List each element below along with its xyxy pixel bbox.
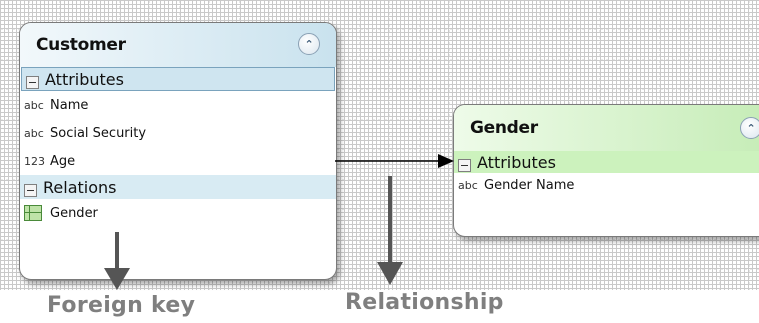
gender-entity[interactable]: Gender ⌃ Attributes abc Gender Name [453, 104, 759, 237]
minus-box-icon[interactable] [458, 158, 471, 172]
attribute-name: Age [50, 153, 76, 169]
list-item[interactable]: abc Social Security [20, 119, 336, 147]
customer-entity-header[interactable]: Customer ⌃ [20, 23, 336, 67]
type-tag: abc [458, 178, 478, 192]
customer-relations-section[interactable]: Relations [20, 175, 336, 199]
list-item[interactable]: 123 Age [20, 147, 336, 175]
type-tag: abc [24, 98, 44, 112]
relation-name: Gender [50, 205, 98, 221]
attribute-name: Gender Name [484, 177, 575, 193]
gender-entity-title: Gender [470, 118, 538, 138]
customer-attributes-label: Attributes [45, 69, 124, 89]
table-relation-icon [24, 205, 42, 221]
list-item[interactable]: abc Name [20, 91, 336, 119]
relationship-annotation: Relationship [345, 290, 504, 315]
minus-box-icon[interactable] [26, 75, 39, 89]
customer-entity[interactable]: Customer ⌃ Attributes abc Name abc Socia… [19, 22, 337, 280]
attribute-name: Name [50, 97, 89, 113]
type-tag: abc [24, 126, 44, 140]
gender-attributes-label: Attributes [477, 152, 556, 172]
customer-entity-title: Customer [36, 35, 126, 55]
customer-relations-label: Relations [43, 177, 117, 197]
customer-attributes-section[interactable]: Attributes [21, 67, 335, 91]
foreign-key-annotation: Foreign key [47, 293, 196, 318]
double-chevron-up-icon[interactable]: ⌃ [298, 33, 320, 55]
gender-attributes-section[interactable]: Attributes [454, 151, 759, 173]
list-item[interactable]: Gender [20, 199, 336, 227]
gender-entity-header[interactable]: Gender ⌃ [454, 105, 759, 151]
attribute-name: Social Security [50, 125, 147, 141]
list-item[interactable]: abc Gender Name [454, 173, 759, 197]
minus-box-icon[interactable] [24, 183, 37, 197]
double-chevron-up-icon[interactable]: ⌃ [740, 117, 759, 139]
type-tag: 123 [24, 154, 45, 168]
